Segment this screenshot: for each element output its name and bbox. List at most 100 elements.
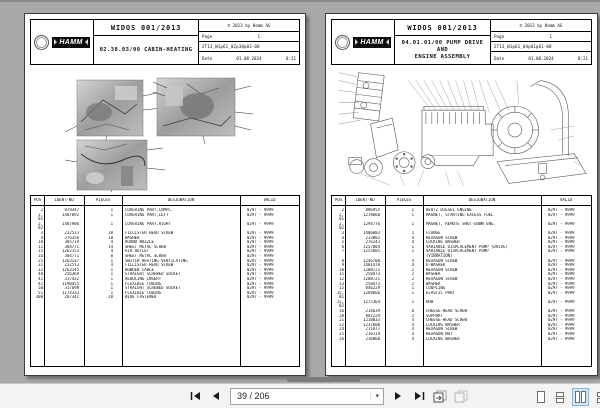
- table-cell: HUB: [426, 299, 434, 304]
- parts-diagram: [64, 77, 254, 192]
- catalog-title: WIDOS 001/2013: [395, 20, 490, 36]
- table-cell: 1: [411, 249, 414, 254]
- column-header: POS: [334, 198, 343, 203]
- catalog-title: WIDOS 001/2013: [94, 20, 198, 36]
- table-cell: COVERING PART,LEFT: [125, 212, 169, 217]
- table-cell: 267341: [64, 295, 79, 300]
- table-cell: 0297 - 9999: [247, 295, 274, 300]
- table-cell: 2. 01: [38, 212, 43, 222]
- continuous-view-button[interactable]: [553, 389, 567, 406]
- table-cell: 2. 01: [339, 212, 344, 222]
- table-cell: 0297 - 9999: [548, 299, 575, 304]
- page-number-value: 1: [549, 34, 552, 39]
- last-page-icon: [414, 392, 424, 400]
- window-top-edge: [0, 0, 600, 2]
- page-indicator[interactable]: 39 / 206: [231, 391, 270, 401]
- table-cell: 1: [110, 212, 113, 217]
- page-header: HAMM WIDOS 001/2013 04.01.01/00 PUMP DRI…: [331, 19, 592, 65]
- page-number-row: Page 1: [491, 32, 591, 42]
- viewer-toolbar: 39 / 206 ▾: [0, 383, 600, 408]
- table-row: 2. 01 1487892 1 COVERING PART,LEFT 0297 - 99…: [31, 213, 299, 222]
- table-cell: LOCKING WASHER: [426, 336, 460, 341]
- column-header: PIECES: [95, 198, 111, 203]
- table-cell: 20: [108, 295, 113, 300]
- table-cell: ELASTIC PART: [426, 290, 455, 295]
- horizontal-scrollbar[interactable]: [0, 376, 600, 383]
- page-layout-switcher: [534, 388, 600, 406]
- hamm-chevron-left-icon: [355, 38, 358, 45]
- logo-cell: HAMM: [31, 20, 94, 64]
- table-cell: 1: [411, 290, 414, 295]
- copyright-text: © 2013 by Hamm AG: [491, 20, 591, 32]
- time-value: 8:21: [577, 55, 588, 61]
- table-cell: 0297 - 9999: [548, 290, 575, 295]
- date-value: 01.08.2024: [528, 55, 554, 61]
- header-info-cell: © 2013 by Hamm AG Page 1 2T13_W1p61_04p0…: [491, 20, 591, 64]
- table-cell: 0297 - 9999: [548, 336, 575, 341]
- column-header: PIECES: [396, 198, 412, 203]
- table-cell: 1487892: [62, 212, 79, 217]
- column-header: DESIGNATION: [468, 198, 496, 203]
- table-row: 15. 01 1269666 1 ELASTIC PART 0297 - 9999: [332, 291, 591, 300]
- pdf-viewer-window: HAMM WIDOS 001/2013 02.38.03/00 CABIN-HE…: [0, 0, 600, 408]
- table-cell: 0297 - 9999: [548, 221, 575, 226]
- page-label: Page: [202, 34, 213, 39]
- file-code: 2T13_W1p61_02p38p03-00: [199, 42, 299, 52]
- table-row: 7 1255605 1 VARIABLE DISPLACEMENT PUMP (VIB…: [332, 249, 591, 258]
- table-cell: 300: [35, 295, 43, 300]
- page-label: Page: [494, 34, 505, 39]
- table-cell: 4: [411, 336, 414, 341]
- logo-cell: HAMM: [332, 20, 395, 64]
- header-info-cell: © 2013 by Hamm AG Page 1 2T13_W1p61_02p3…: [199, 20, 299, 64]
- table-cell: 2. 02: [38, 221, 43, 231]
- date-label: Date: [202, 55, 213, 61]
- next-view-icon: [454, 390, 468, 402]
- table-cell: 1: [411, 221, 414, 226]
- parts-diagram: [338, 72, 587, 186]
- header-title-cell: WIDOS 001/2013 04.01.01/00 PUMP DRIVE AN…: [395, 20, 491, 64]
- next-page-icon: [395, 392, 401, 400]
- file-code: 2T13_W1p61_04p01p01-00: [491, 42, 591, 52]
- pdf-page-right: HAMM WIDOS 001/2013 04.01.01/00 PUMP DRI…: [325, 13, 598, 376]
- single-page-view-icon: [537, 391, 545, 403]
- table-cell: MAGNET, STARTING EXCESS FUEL: [426, 212, 494, 217]
- previous-view-button[interactable]: [433, 388, 447, 404]
- first-page-icon: [190, 392, 200, 400]
- previous-page-button[interactable]: [209, 388, 223, 404]
- last-page-button[interactable]: [412, 388, 426, 404]
- column-header: VALID: [263, 198, 276, 203]
- scrollbar-thumb[interactable]: [287, 377, 360, 382]
- two-page-view-button[interactable]: [572, 388, 589, 406]
- table-cell: 216860: [365, 336, 380, 341]
- table-header-row: POS IDENT-NO PIECES DESIGNATION VALID: [332, 196, 591, 206]
- previous-view-icon: [433, 390, 447, 402]
- table-cell: 0297 - 9999: [247, 221, 274, 226]
- column-header: IDENT-NO: [54, 198, 74, 203]
- table-cell: COVERING PART,RIGHT: [125, 221, 171, 226]
- table-cell: 1: [411, 299, 414, 304]
- header-title-cell: WIDOS 001/2013 02.38.03/00 CABIN-HEATING: [94, 20, 199, 64]
- cabin-heating-photos: [30, 66, 300, 192]
- date-row: Date 01.08.2024 8:21: [491, 52, 591, 64]
- first-page-button[interactable]: [188, 388, 202, 404]
- hamm-chevron-right-icon: [386, 38, 389, 45]
- two-page-continuous-view-button[interactable]: [594, 389, 600, 406]
- next-view-button[interactable]: [454, 388, 468, 404]
- single-page-view-button[interactable]: [534, 388, 548, 406]
- table-cell: MAGNET, REMOTE SHUT-DOWN ENG.: [426, 221, 496, 226]
- table-header-row: POS IDENT-NO PIECES DESIGNATION VALID: [31, 196, 299, 206]
- table-row: 2. 01 1278660 1 MAGNET, STARTING EXCESS FUE…: [332, 213, 591, 222]
- wirtgen-group-emblem-icon: [34, 34, 49, 50]
- time-value: 8:21: [285, 55, 296, 61]
- hamm-chevron-right-icon: [85, 38, 88, 45]
- table-row: 300 267341 20 WIRE FASTENER 0297 - 9999: [31, 295, 299, 300]
- chevron-down-icon[interactable]: ▾: [370, 392, 383, 400]
- parts-table: POS IDENT-NO PIECES DESIGNATION VALID 2 886955…: [331, 195, 592, 367]
- hamm-chevron-left-icon: [54, 38, 57, 45]
- previous-page-icon: [213, 392, 219, 400]
- table-cell: 1278660: [363, 212, 380, 217]
- page-number-value: 1: [257, 34, 260, 39]
- next-page-button[interactable]: [391, 388, 405, 404]
- page-number-combobox[interactable]: 39 / 206 ▾: [230, 387, 384, 405]
- table-cell: 1275364: [363, 299, 380, 304]
